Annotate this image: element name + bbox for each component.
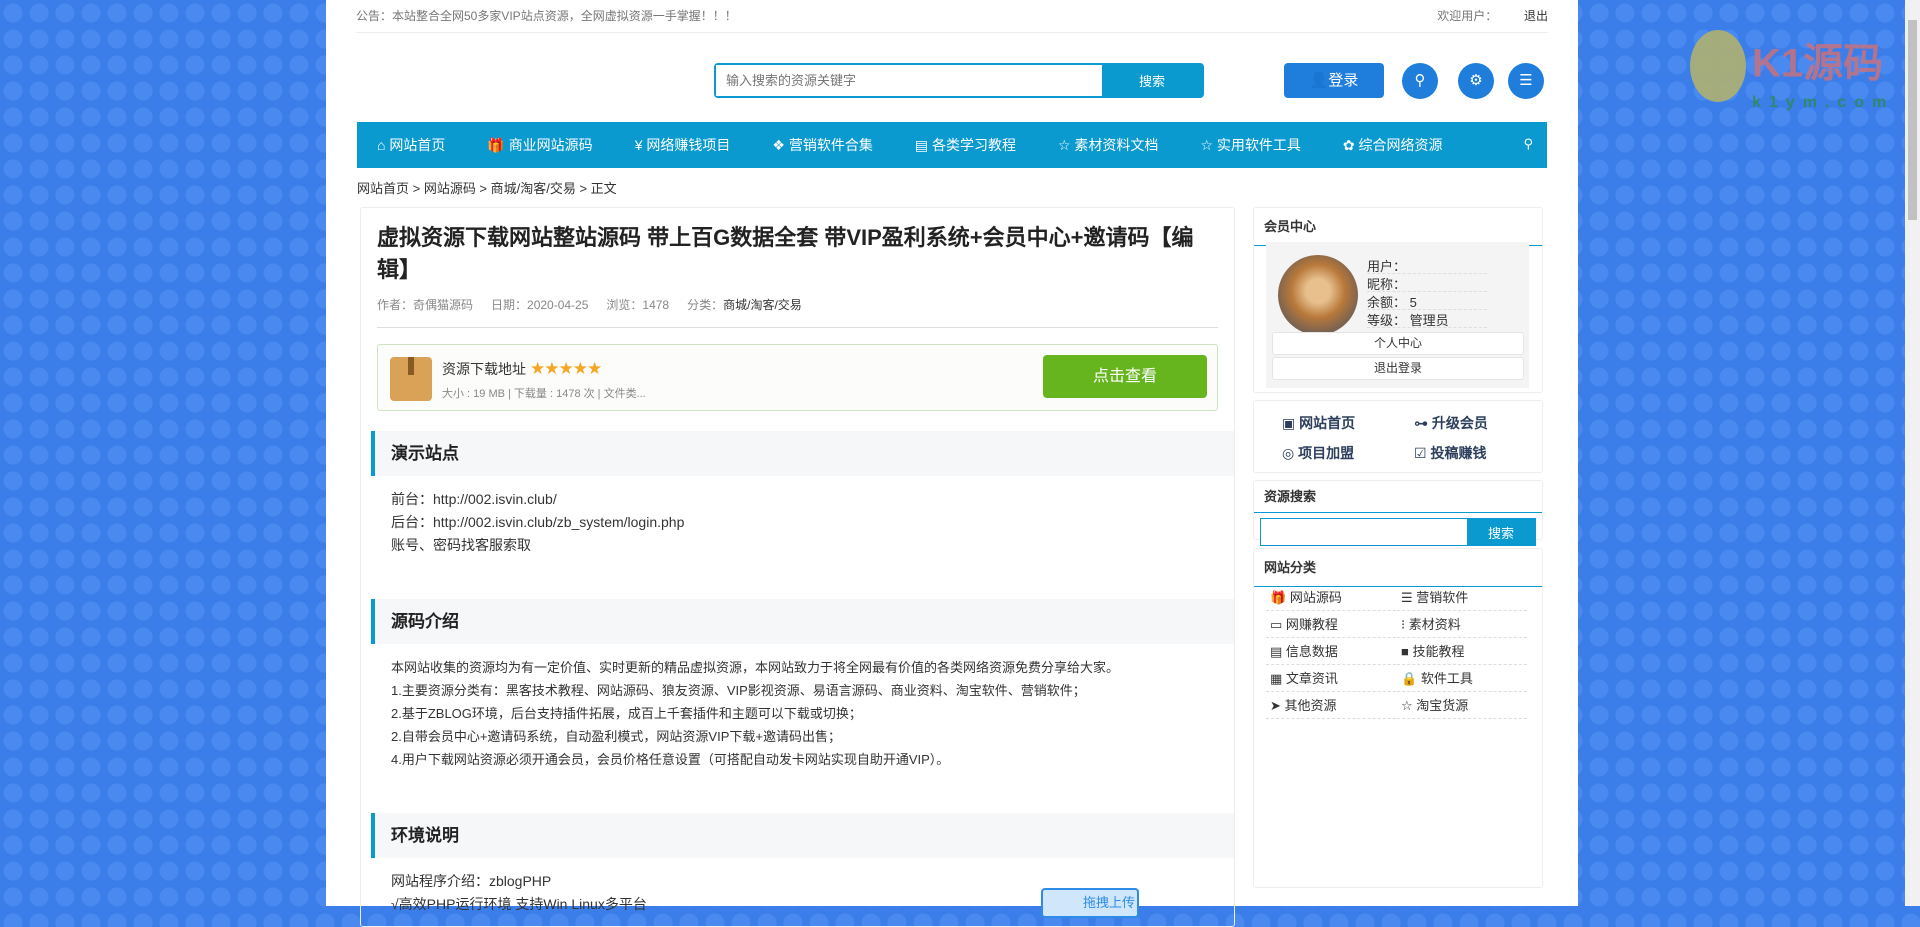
nav-item[interactable]: ❖ 营销软件合集 <box>772 135 872 155</box>
search-input[interactable] <box>716 65 1102 96</box>
nav-item[interactable]: ⌂ 网站首页 <box>377 135 445 155</box>
header-search: 搜索 <box>714 63 1204 98</box>
level-field: 等级： 管理员 <box>1367 310 1487 328</box>
main-nav: ⌂ 网站首页 🎁 商业网站源码 ¥ 网络赚钱项目 ❖ 营销软件合集 ▤ 各类学习… <box>357 122 1547 168</box>
section-heading: 环境说明 <box>371 813 1234 858</box>
nav-item[interactable]: ✿ 综合网络资源 <box>1343 135 1443 155</box>
category-item[interactable]: 🎁 网站源码 <box>1266 584 1396 611</box>
top-bar: 公告：本站整合全网50多家VIP站点资源，全网虚拟资源一手掌握！！！ 欢迎用户：… <box>356 0 1548 33</box>
download-info: 大小 : 19 MB | 下载量 : 1478 次 | 文件类... <box>442 388 646 400</box>
categories-title: 网站分类 <box>1254 549 1542 587</box>
category-item[interactable]: ⁝ 素材资料 <box>1397 611 1527 638</box>
category-item[interactable]: ☆ 淘宝货源 <box>1397 692 1527 719</box>
scrollbar[interactable] <box>1905 0 1920 906</box>
package-icon <box>390 357 432 401</box>
quick-upgrade[interactable]: ⊶ 升级会员 <box>1414 413 1488 433</box>
category-item[interactable]: ☰ 营销软件 <box>1397 584 1527 611</box>
divider <box>377 327 1218 328</box>
nav-item[interactable]: ☆ 实用软件工具 <box>1200 135 1300 155</box>
section-heading: 演示站点 <box>371 431 1234 476</box>
quick-submit[interactable]: ☑ 投稿赚钱 <box>1414 443 1486 463</box>
site-categories: 网站分类 🎁 网站源码 ☰ 营销软件 ▭ 网赚教程 ⁝ 素材资料 ▤ 信息数据 … <box>1253 548 1543 888</box>
section-text: 前台：http://002.isvin.club/后台：http://002.i… <box>391 491 685 553</box>
download-box: 资源下载地址 ★★★★★ 大小 : 19 MB | 下载量 : 1478 次 | … <box>377 344 1218 411</box>
member-title: 会员中心 <box>1254 208 1542 246</box>
login-button[interactable]: 👤登录 <box>1284 63 1384 98</box>
article-title: 虚拟资源下载网站整站源码 带上百G数据全套 带VIP盈利系统+会员中心+邀请码【… <box>377 225 1194 282</box>
nav-item[interactable]: ¥ 网络赚钱项目 <box>635 135 731 155</box>
quick-home[interactable]: ▣ 网站首页 <box>1282 413 1355 433</box>
category-item[interactable]: ▦ 文章资讯 <box>1266 665 1396 692</box>
user-field: 用户： <box>1367 256 1487 274</box>
category-item[interactable]: ■ 技能教程 <box>1397 638 1527 665</box>
search-button[interactable]: 搜索 <box>1102 65 1202 96</box>
search-icon[interactable]: ⚲ <box>1402 63 1438 99</box>
personal-center-button[interactable]: 个人中心 <box>1272 332 1524 355</box>
nick-field: 昵称： <box>1367 274 1487 292</box>
watermark-logo: K1源码 k1ym.com <box>1690 30 1894 112</box>
member-center: 会员中心 用户： 昵称： 余额： 5 等级： 管理员 个人中心 退出登录 <box>1253 207 1543 393</box>
breadcrumb: 网站首页 > 网站源码 > 商城/淘客/交易 > 正文 <box>357 181 617 196</box>
rating-stars: ★★★★★ <box>530 359 602 378</box>
article-meta: 作者：奇偶猫源码 日期：2020-04-25 浏览：1478 分类：商城/淘客/交易 <box>377 298 802 312</box>
upload-button[interactable]: 拖拽上传 <box>1041 888 1139 918</box>
logout-link[interactable]: 退出 <box>1524 9 1548 23</box>
view-button[interactable]: 点击查看 <box>1043 355 1207 398</box>
category-item[interactable]: ▤ 信息数据 <box>1266 638 1396 665</box>
welcome: 欢迎用户： <box>1437 9 1498 23</box>
user-icon: 👤 <box>1309 72 1329 89</box>
sidebar-search-input[interactable] <box>1261 519 1467 545</box>
page: 公告：本站整合全网50多家VIP站点资源，全网虚拟资源一手掌握！！！ 欢迎用户：… <box>326 0 1578 927</box>
nav-item[interactable]: 🎁 商业网站源码 <box>487 135 592 155</box>
nav-item[interactable]: ☆ 素材资料文档 <box>1058 135 1158 155</box>
search-title: 资源搜索 <box>1254 481 1542 513</box>
category-item[interactable]: 🔒 软件工具 <box>1397 665 1527 692</box>
section-text: 本网站收集的资源均为有一定价值、实时更新的精品虚拟资源，本网站致力于将全网最有价… <box>391 660 1120 767</box>
avatar <box>1278 255 1358 335</box>
logout-button[interactable]: 退出登录 <box>1272 357 1524 380</box>
quick-join[interactable]: ◎ 项目加盟 <box>1282 443 1354 463</box>
section-text: 网站程序介绍：zblogPHP √高效PHP运行环境 支持Win Linux多平台 <box>391 873 647 912</box>
quick-links: ▣ 网站首页 ⊶ 升级会员 ◎ 项目加盟 ☑ 投稿赚钱 <box>1253 400 1543 473</box>
category-link[interactable]: 商城/淘客/交易 <box>723 298 802 312</box>
nav-item[interactable]: ▤ 各类学习教程 <box>915 135 1016 155</box>
balance-field: 余额： 5 <box>1367 292 1487 310</box>
category-item[interactable]: ▭ 网赚教程 <box>1266 611 1396 638</box>
settings-icon[interactable]: ⚙ <box>1458 63 1494 99</box>
category-item[interactable]: ➤ 其他资源 <box>1266 692 1396 719</box>
article-card: 虚拟资源下载网站整站源码 带上百G数据全套 带VIP盈利系统+会员中心+邀请码【… <box>360 207 1235 927</box>
nav-search-icon[interactable]: ⚲ <box>1523 136 1533 152</box>
menu-icon[interactable]: ☰ <box>1508 63 1544 99</box>
sidebar-search-button[interactable]: 搜索 <box>1467 519 1535 545</box>
notice: 公告：本站整合全网50多家VIP站点资源，全网虚拟资源一手掌握！！！ <box>356 9 737 23</box>
resource-search: 资源搜索 搜索 <box>1253 480 1543 546</box>
section-heading: 源码介绍 <box>371 599 1234 644</box>
